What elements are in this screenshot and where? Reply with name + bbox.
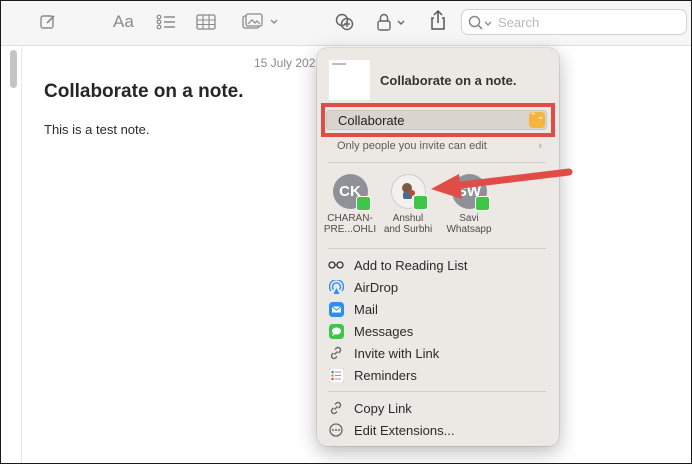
annotation-arrow-icon: [431, 168, 573, 199]
notes-window: Aa Search 15 July 202 Collaborate on a n…: [0, 0, 692, 464]
